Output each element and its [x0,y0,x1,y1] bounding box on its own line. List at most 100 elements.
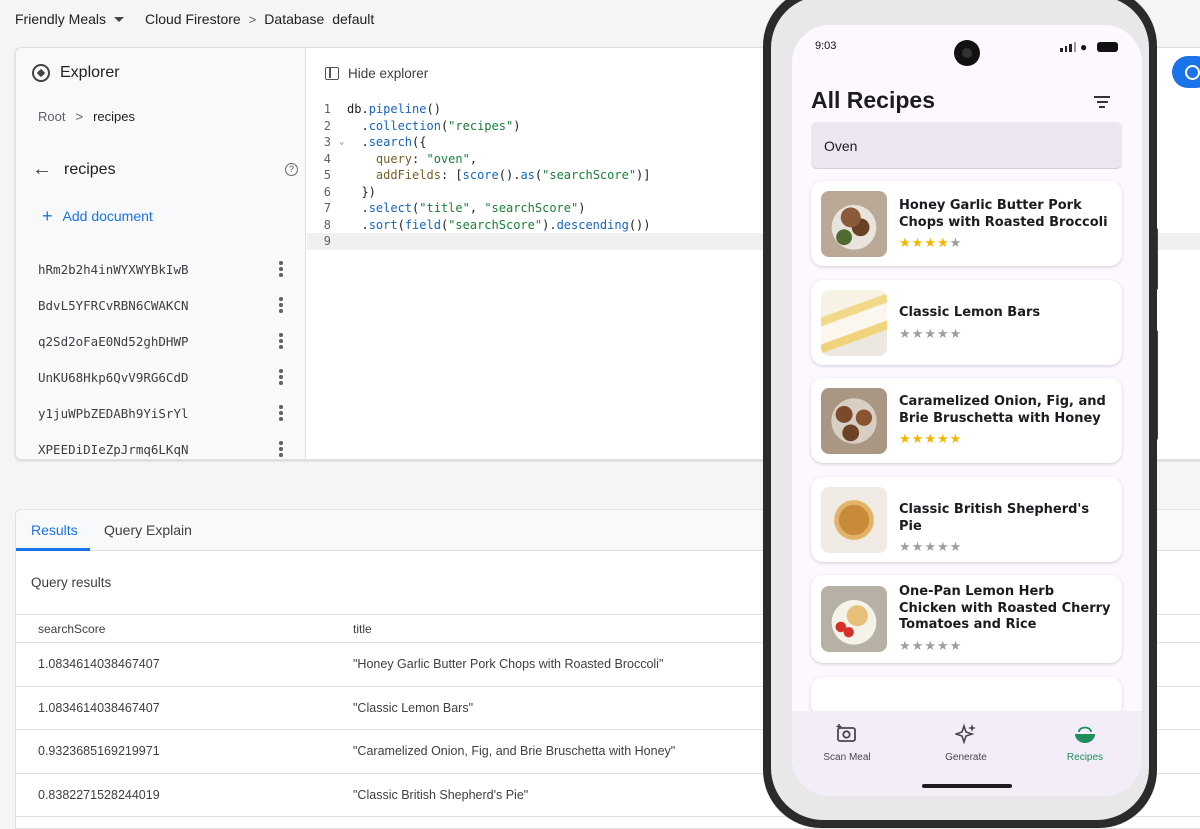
recipe-photo [821,586,887,652]
help-icon[interactable]: ? [285,163,298,176]
more-vert-icon[interactable] [279,333,283,349]
active-tab-indicator [16,548,90,551]
breadcrumb-database-id[interactable]: default [332,11,374,27]
cell-searchscore: 0.8382271528244019 [38,787,160,802]
line-number: 9 [323,234,331,248]
signal-icon [1060,42,1076,52]
code-token: (). [498,168,521,182]
tab-results[interactable]: Results [31,522,78,538]
fold-gutter [339,200,347,217]
filter-icon[interactable] [1094,96,1110,111]
recipe-search-field[interactable]: Oven [811,122,1122,169]
line-number: 2 [323,118,331,133]
document-list: hRm2b2h4inWYXWYBkIwB BdvL5YFRCvRBN6CWAKCN… [16,251,305,459]
wifi-icon: ● [1080,40,1088,54]
plus-icon: + [42,206,53,226]
compass-icon [32,64,50,82]
star-empty-icon: ★ [911,637,925,653]
home-indicator [922,784,1012,788]
star-filled-icon: ★ [924,235,937,250]
project-selector[interactable]: Friendly Meals [15,11,125,27]
code-token: "searchScore" [542,168,637,182]
column-header-searchscore[interactable]: searchScore [38,622,105,636]
star-empty-icon: ★ [936,637,950,653]
fold-gutter [339,101,347,118]
breadcrumb-database[interactable]: Database [264,11,324,27]
sparkle-icon [916,723,1016,747]
more-vert-icon[interactable] [279,297,283,313]
add-document-button[interactable]: + Add document [42,206,153,226]
query-results-heading: Query results [31,575,112,590]
crumb-current[interactable]: recipes [93,109,135,124]
more-vert-icon[interactable] [279,369,283,385]
line-number: 3 [323,135,331,149]
code-token: ( [412,201,420,215]
star-filled-icon: ★ [899,235,912,250]
document-id: UnKU68Hkp6QvV9RG6CdD [38,369,189,385]
more-vert-icon[interactable] [279,405,283,421]
side-panel-icon [325,67,339,80]
star-rating: ★★★★★ [899,327,1114,340]
nav-generate[interactable]: Generate [916,723,1016,763]
recipe-photo [821,387,887,454]
cell-searchscore: 1.0834614038467407 [38,700,160,715]
document-item[interactable]: q2Sd2oFaE0Nd52ghDHWP [16,323,305,359]
chevron-right-icon: > [248,11,257,27]
recipe-card[interactable]: Classic Lemon Bars ★★★★★ [811,280,1122,365]
recipe-card[interactable]: Honey Garlic Butter Pork Chops with Roas… [811,181,1122,266]
code-token: "oven" [426,151,470,166]
fold-gutter [339,118,347,135]
line-number: 7 [323,201,331,215]
run-query-button[interactable] [1172,56,1200,88]
recipe-title: Caramelized Onion, Fig, and Brie Brusche… [899,394,1106,426]
code-token: )] [636,168,651,182]
code-token: search [368,135,413,149]
recipe-photo [821,190,887,257]
explorer-panel: Explorer Root > recipes ← recipes ? + Ad… [16,48,306,459]
breadcrumb-firestore[interactable]: Cloud Firestore [145,11,241,27]
document-item[interactable]: UnKU68Hkp6QvV9RG6CdD [16,359,305,395]
star-rating: ★★★★★ [899,236,1114,249]
recipe-card[interactable]: One-Pan Lemon Herb Chicken with Roasted … [811,575,1122,663]
recipe-card[interactable]: Classic British Shepherd's Pie ★★★★★ [811,477,1122,562]
more-vert-icon[interactable] [279,261,283,277]
nav-recipes[interactable]: Recipes [1035,723,1135,763]
recipe-info: Classic Lemon Bars ★★★★★ [899,305,1114,340]
document-item[interactable]: y1juWPbZEDABh9YiSrYl [16,395,305,431]
tab-query-explain[interactable]: Query Explain [104,522,192,538]
cell-searchscore: 1.0834614038467407 [38,657,160,672]
nav-scan-meal[interactable]: Scan Meal [797,723,897,763]
fold-chevron-icon[interactable]: ⌄ [339,134,347,151]
code-token: addFields [375,168,441,182]
code-token: query [375,151,413,166]
recipe-card[interactable]: Caramelized Onion, Fig, and Brie Brusche… [811,378,1122,463]
code-token: field [404,217,441,232]
code-token: . [347,217,369,232]
document-item[interactable]: hRm2b2h4inWYXWYBkIwB [16,251,305,287]
arrow-back-icon[interactable]: ← [32,158,52,181]
camera-cutout [954,40,980,66]
column-header-title[interactable]: title [353,622,372,636]
cell-searchscore: 0.9323685169219971 [38,744,160,759]
cell-title: "Caramelized Onion, Fig, and Brie Brusch… [353,744,676,759]
more-vert-icon[interactable] [279,441,283,457]
star-filled-icon: ★ [924,431,937,446]
code-token: . [347,118,369,133]
nav-scan-meal-label: Scan Meal [823,752,871,763]
code-token: , [469,201,485,215]
recipe-title: Classic Lemon Bars [899,305,1041,320]
document-item[interactable]: XPEEDiDIeZpJrmq6LKqN [16,431,305,459]
phone-frame: 9:03 ● All Recipes Oven Honey Garlic But… [763,0,1157,828]
bowl-icon [1035,723,1135,747]
crumb-root[interactable]: Root [38,109,65,124]
document-id: hRm2b2h4inWYXWYBkIwB [38,261,189,277]
explorer-title: Explorer [60,64,120,81]
fold-gutter [339,233,347,250]
recipe-title: Honey Garlic Butter Pork Chops with Roas… [899,198,1108,230]
hide-explorer-button[interactable]: Hide explorer [325,66,428,81]
nav-recipes-label: Recipes [1066,752,1104,763]
recipe-photo [821,486,887,553]
document-item[interactable]: BdvL5YFRCvRBN6CWAKCN [16,287,305,323]
